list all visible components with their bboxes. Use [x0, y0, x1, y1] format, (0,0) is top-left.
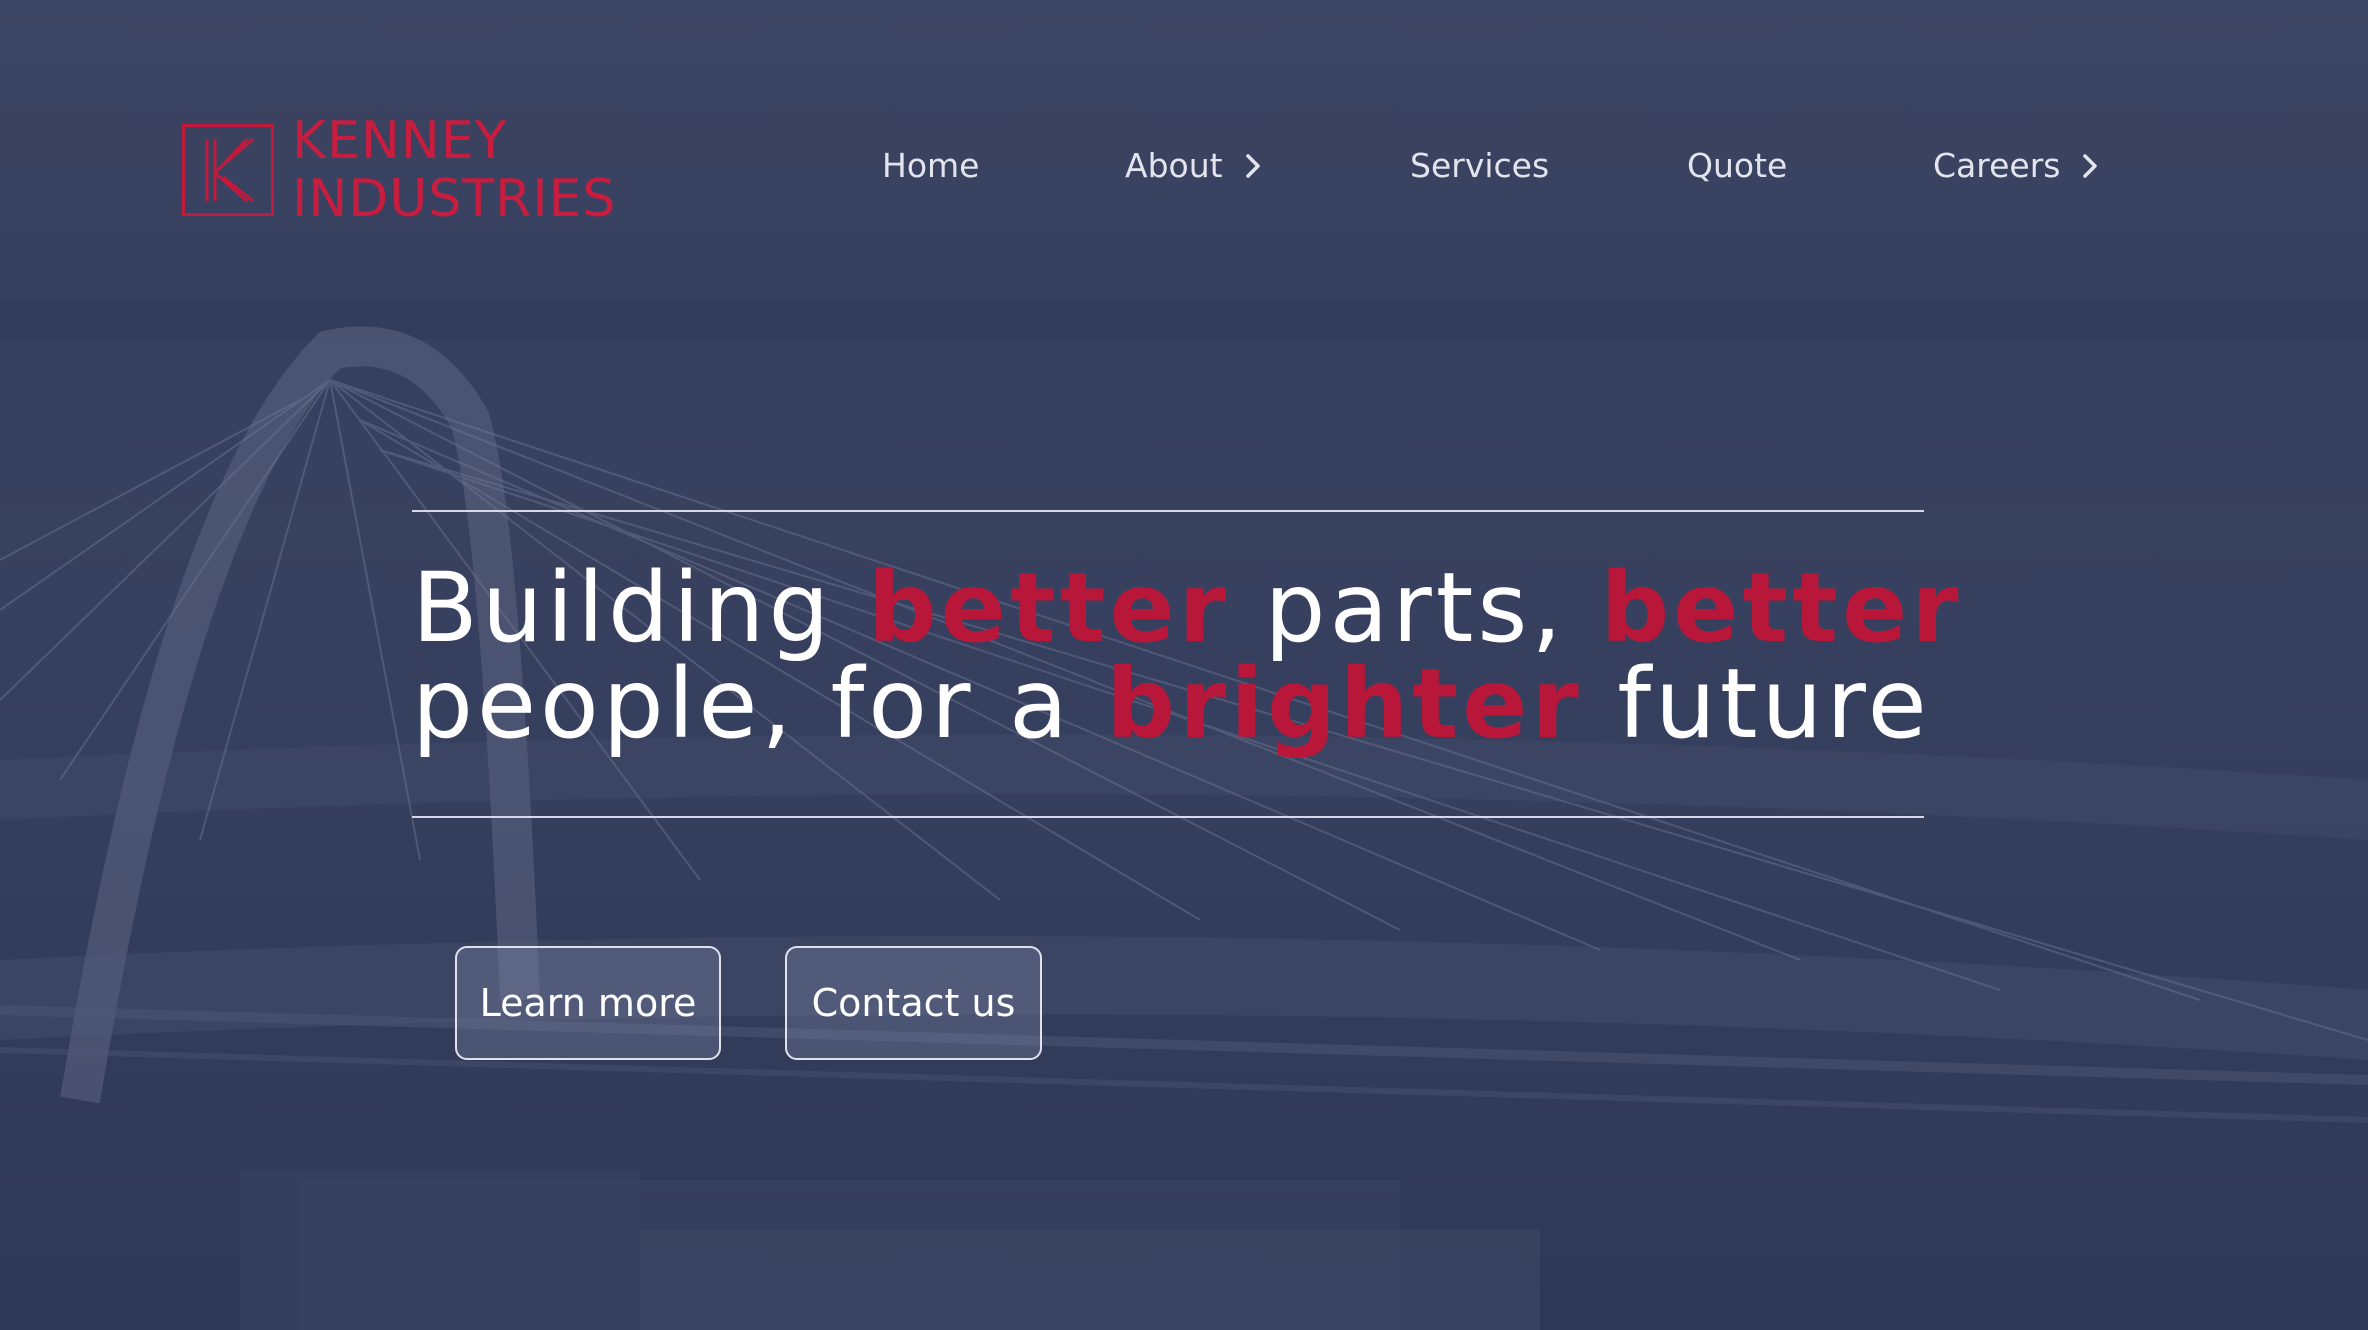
headline-line2: people, for a brighter future	[412, 656, 1972, 752]
headline-highlight: brighter	[1106, 648, 1583, 760]
brand-name-line2: INDUSTRIES	[292, 169, 617, 229]
chevron-right-icon	[2083, 154, 2098, 178]
nav-item-label: Home	[882, 146, 980, 185]
nav-item-label: About	[1125, 146, 1223, 185]
contact-us-label: Contact us	[811, 981, 1016, 1025]
nav-item-label: Careers	[1933, 146, 2061, 185]
nav-item-label: Services	[1410, 146, 1550, 185]
nav-item-about[interactable]: About	[1125, 140, 1265, 192]
chevron-right-icon	[1245, 154, 1260, 178]
headline-text: people, for a	[412, 648, 1107, 760]
nav-item-services[interactable]: Services	[1410, 140, 1549, 192]
brand-name: KENNEY INDUSTRIES	[292, 112, 616, 228]
headline-bottom-divider	[412, 816, 1924, 818]
logo-k-icon	[182, 124, 274, 216]
nav-item-label: Quote	[1687, 146, 1788, 185]
nav-item-quote[interactable]: Quote	[1687, 140, 1787, 192]
hero-headline: Building better parts, better people, fo…	[412, 560, 1972, 752]
nav-item-home[interactable]: Home	[882, 140, 979, 192]
learn-more-label: Learn more	[479, 981, 697, 1025]
learn-more-button[interactable]: Learn more	[455, 946, 721, 1060]
headline-line1: Building better parts, better	[412, 560, 1972, 656]
headline-top-divider	[412, 510, 1924, 512]
nav-item-careers[interactable]: Careers	[1933, 140, 2102, 192]
headline-text: future	[1582, 648, 1931, 760]
brand-logo[interactable]: KENNEY INDUSTRIES	[182, 112, 616, 228]
contact-us-button[interactable]: Contact us	[785, 946, 1042, 1060]
brand-name-line1: KENNEY	[292, 111, 508, 171]
